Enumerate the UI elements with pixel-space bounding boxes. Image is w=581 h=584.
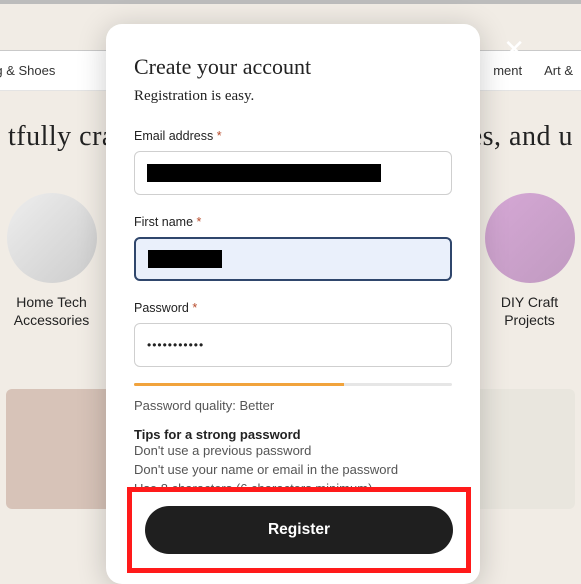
password-mask: ••••••••••• — [147, 338, 204, 352]
email-field[interactable] — [134, 151, 452, 195]
register-button[interactable]: Register — [145, 506, 453, 554]
password-label: Password * — [134, 301, 197, 315]
password-strength-meter — [134, 383, 452, 386]
category-card[interactable]: Home Tech Accessories — [4, 193, 99, 329]
category-card[interactable]: DIY Craft Projects — [482, 193, 577, 329]
password-quality: Password quality: Better — [134, 398, 452, 413]
redacted-value — [147, 164, 381, 182]
category-label: Home Tech Accessories — [4, 293, 99, 329]
category-label: DIY Craft Projects — [482, 293, 577, 329]
tips-header: Tips for a strong password — [134, 427, 452, 442]
close-icon[interactable]: ✕ — [503, 36, 525, 62]
email-label: Email address * — [134, 129, 222, 143]
password-field[interactable]: ••••••••••• — [134, 323, 452, 367]
category-image — [7, 193, 97, 283]
tip-item: Don't use a previous password — [134, 442, 452, 461]
nav-item[interactable]: hing & Shoes — [0, 63, 55, 78]
redacted-value — [148, 250, 222, 268]
hero-text: tfully cra — [0, 91, 123, 183]
required-marker: * — [197, 215, 202, 229]
nav-item[interactable]: Art & — [544, 63, 573, 78]
nav-item[interactable]: ment — [493, 63, 522, 78]
required-marker: * — [217, 129, 222, 143]
tip-item: Don't use your name or email in the pass… — [134, 461, 452, 480]
modal-title: Create your account — [134, 54, 452, 80]
register-highlight: Register — [127, 487, 471, 573]
firstname-label: First name * — [134, 215, 201, 229]
category-image — [485, 193, 575, 283]
required-marker: * — [192, 301, 197, 315]
firstname-field[interactable] — [134, 237, 452, 281]
modal-subtitle: Registration is easy. — [134, 88, 452, 105]
